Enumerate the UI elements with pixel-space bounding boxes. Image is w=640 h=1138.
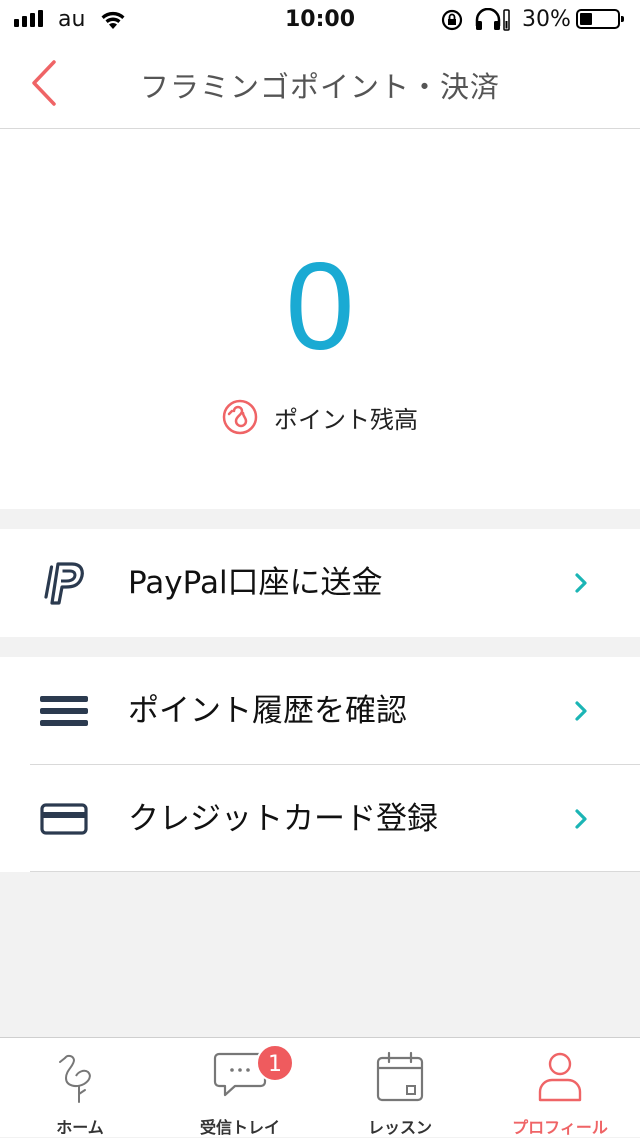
paypal-transfer-label: PayPal口座に送金 bbox=[128, 565, 383, 601]
chevron-right-icon bbox=[575, 701, 587, 721]
page-title: フラミンゴポイント・決済 bbox=[139, 70, 500, 104]
credit-card-icon bbox=[40, 803, 88, 835]
tab-home-label: ホーム bbox=[56, 1118, 104, 1137]
status-bar: au 10:00 30% bbox=[0, 0, 640, 40]
battery-icon bbox=[576, 9, 624, 29]
chevron-right-icon bbox=[575, 809, 587, 829]
points-options-group: ポイント履歴を確認 クレジットカード登録 bbox=[0, 657, 640, 872]
battery-percent: 30% bbox=[522, 7, 571, 32]
credit-card-label: クレジットカード登録 bbox=[128, 801, 438, 837]
orientation-lock-icon bbox=[441, 9, 463, 31]
flamingo-icon bbox=[59, 1054, 91, 1103]
tab-lessons-label: レッスン bbox=[367, 1118, 432, 1137]
divider bbox=[30, 871, 640, 872]
headphones-icon bbox=[475, 8, 510, 31]
tab-bar: ホーム 受信トレイ レッスン プロフィール bbox=[0, 1037, 640, 1137]
tab-profile[interactable]: プロフィール bbox=[480, 1038, 640, 1137]
tab-inbox[interactable]: 受信トレイ bbox=[160, 1038, 320, 1137]
points-history-row[interactable]: ポイント履歴を確認 bbox=[0, 657, 640, 765]
points-history-label: ポイント履歴を確認 bbox=[128, 693, 407, 729]
paypal-group: PayPal口座に送金 bbox=[0, 529, 640, 637]
list-icon bbox=[40, 696, 88, 726]
paypal-transfer-row[interactable]: PayPal口座に送金 bbox=[0, 529, 640, 637]
tab-profile-label: プロフィール bbox=[512, 1118, 608, 1137]
flamingo-coin-icon bbox=[222, 399, 258, 435]
points-label: ポイント残高 bbox=[274, 405, 418, 434]
person-icon bbox=[538, 1052, 582, 1102]
points-balance-card: 0 ポイント残高 bbox=[0, 129, 640, 509]
points-label-row: ポイント残高 bbox=[0, 399, 640, 435]
tab-home[interactable]: ホーム bbox=[0, 1038, 160, 1137]
points-value: 0 bbox=[285, 238, 355, 376]
calendar-icon bbox=[376, 1051, 424, 1102]
chevron-right-icon bbox=[575, 573, 587, 593]
tab-lessons[interactable]: レッスン bbox=[320, 1038, 480, 1137]
paypal-icon bbox=[44, 562, 84, 605]
navigation-bar: フラミンゴポイント・決済 bbox=[0, 40, 640, 129]
tab-inbox-label: 受信トレイ bbox=[199, 1118, 280, 1137]
credit-card-row[interactable]: クレジットカード登録 bbox=[0, 765, 640, 873]
inbox-badge: 1 bbox=[256, 1044, 294, 1082]
